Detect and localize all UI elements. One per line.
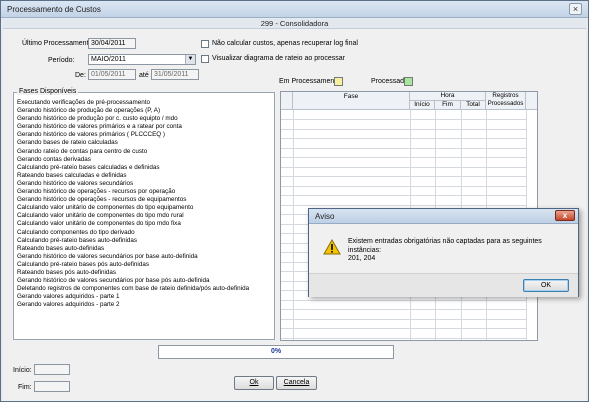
dialog-message: Existem entradas obrigatórias não captad… <box>348 238 570 264</box>
window-title: Processamento de Custos <box>7 5 101 14</box>
legend-processado-label: Processado <box>371 78 408 85</box>
phase-item[interactable]: Gerando histórico de operações - recurso… <box>17 196 272 204</box>
grid-header-total: Total <box>461 101 486 110</box>
phase-item[interactable]: Gerando valores adquiridos - parte 2 <box>17 301 272 309</box>
phase-item[interactable]: Calculando valor unitário de componentes… <box>17 204 272 212</box>
nao-calcular-label: Não calcular custos, apenas recuperar lo… <box>212 40 358 47</box>
periodo-value: MAIO/2011 <box>91 56 126 63</box>
phase-item[interactable]: Executando verificações de pré-processam… <box>17 99 272 107</box>
phase-item[interactable]: Gerando rateio de contas para centro de … <box>17 148 272 156</box>
dialog-footer: OK <box>309 273 578 297</box>
grid-header-hora: Hora <box>410 92 486 101</box>
cancela-button-label: Cancela <box>283 379 310 386</box>
grid-row-line <box>281 328 526 329</box>
phase-item[interactable]: Calculando componentes do tipo derivado <box>17 229 272 237</box>
dialog-title: Aviso <box>315 212 335 221</box>
grid-row-line <box>281 185 526 187</box>
phase-item[interactable]: Calculando pré-rateio bases calculadas e… <box>17 164 272 172</box>
grid-corner <box>281 92 293 110</box>
ultimo-field: 30/04/2011 <box>88 38 136 49</box>
phase-item[interactable]: Rateando bases auto-definidas <box>17 245 272 253</box>
phase-item[interactable]: Gerando histórico de valores primários (… <box>17 131 272 139</box>
grid-header-fim: Fim <box>435 101 461 110</box>
ate-field[interactable]: 31/05/2011 <box>151 69 199 80</box>
grid-header-inicio: Início <box>410 101 435 110</box>
phase-item[interactable]: Gerando histórico de operações - recurso… <box>17 188 272 196</box>
phase-item[interactable]: Gerando valores adquiridos - parte 1 <box>17 293 272 301</box>
phases-list[interactable]: Executando verificações de pré-processam… <box>17 99 272 309</box>
nao-calcular-checkbox[interactable] <box>201 40 209 48</box>
visualizar-label: Visualizar diagrama de rateio ao process… <box>212 55 345 62</box>
warning-dialog: Aviso x Existem entradas obrigatórias nã… <box>308 208 579 297</box>
grid-header-registros: Registros Processados <box>486 92 526 110</box>
main-window: Processamento de Custos × 299 - Consolid… <box>0 0 589 402</box>
warning-icon <box>323 239 341 255</box>
grid-row-line <box>281 119 526 120</box>
phase-item[interactable]: Deletando registros de componentes com b… <box>17 285 272 293</box>
phase-item[interactable]: Gerando histórico de valores primários e… <box>17 123 272 131</box>
legend-em-processamento-label: Em Processamento <box>279 78 341 85</box>
phase-item[interactable]: Gerando histórico de produção por c. cus… <box>17 115 272 123</box>
phase-item[interactable]: Calculando valor unitário de componentes… <box>17 220 272 228</box>
phases-title: Fases Disponíveis <box>17 88 79 95</box>
grid-row-line <box>281 166 526 168</box>
phase-item[interactable]: Gerando histórico de produção de operaçõ… <box>17 107 272 115</box>
grid-row-line <box>281 138 526 139</box>
ultimo-label: Último Processamento: <box>22 40 95 47</box>
phase-item[interactable]: Calculando pré-rateio bases pós auto-def… <box>17 261 272 269</box>
phase-item[interactable]: Gerando histórico de valores secundários… <box>17 253 272 261</box>
phase-item[interactable]: Calculando valor unitário de componentes… <box>17 212 272 220</box>
de-field[interactable]: 01/05/2011 <box>88 69 136 80</box>
grid-row-line <box>281 195 526 196</box>
phase-item[interactable]: Gerando histórico de valores secundários… <box>17 277 272 285</box>
phase-item[interactable]: Rateando bases calculadas e definidas <box>17 172 272 180</box>
progress-bar: 0% <box>158 345 394 359</box>
grid-row-line <box>281 309 526 310</box>
grid-row-line <box>281 204 526 206</box>
dialog-ok-button[interactable]: OK <box>523 279 569 292</box>
fim-label: Fim: <box>18 384 32 391</box>
grid-row-line <box>281 157 526 158</box>
ate-label: até <box>139 72 149 79</box>
visualizar-checkbox[interactable] <box>201 55 209 63</box>
cancela-button[interactable]: Cancela <box>276 376 317 390</box>
periodo-label: Período: <box>48 57 75 64</box>
inicio-label: Início: <box>13 367 32 374</box>
phases-groupbox: Fases Disponíveis Executando verificaçõe… <box>13 88 275 340</box>
dialog-message-line2: 201, 204 <box>348 255 376 262</box>
phase-item[interactable]: Gerando contas derivadas <box>17 156 272 164</box>
title-bar[interactable]: Processamento de Custos × <box>1 1 588 18</box>
grid-row-line <box>281 128 526 130</box>
grid-row-line <box>281 318 526 320</box>
grid-row-line <box>281 299 526 301</box>
grid-column-line <box>293 110 294 340</box>
fim-field <box>34 381 70 392</box>
dialog-message-line1: Existem entradas obrigatórias não captad… <box>348 238 542 254</box>
ok-button-label: Ok <box>249 379 259 386</box>
window-close-button[interactable]: × <box>569 3 582 15</box>
legend-em-processamento-swatch <box>334 77 343 86</box>
ok-button[interactable]: Ok <box>234 376 274 390</box>
grid-header-filler <box>526 92 537 110</box>
company-header: 299 - Consolidadora <box>3 19 586 29</box>
dialog-close-button[interactable]: x <box>555 210 575 221</box>
periodo-select[interactable]: MAIO/2011 ▼ <box>88 54 196 65</box>
phase-item[interactable]: Rateando bases pós auto-definidas <box>17 269 272 277</box>
grid-header-fase: Fase <box>293 92 410 110</box>
de-label: De: <box>75 72 86 79</box>
grid-row-line <box>281 147 526 149</box>
legend-processado-swatch <box>404 77 413 86</box>
phase-item[interactable]: Gerando histórico de valores secundários <box>17 180 272 188</box>
progress-label: 0% <box>270 348 282 355</box>
chevron-down-icon[interactable]: ▼ <box>185 55 195 64</box>
inicio-field <box>34 364 70 375</box>
dialog-title-bar[interactable]: Aviso x <box>309 209 578 224</box>
phase-item[interactable]: Calculando pré-rateio bases auto-definid… <box>17 237 272 245</box>
grid-row-line <box>281 337 526 339</box>
phase-item[interactable]: Gerando bases de rateio calculadas <box>17 139 272 147</box>
grid-row-line <box>281 176 526 177</box>
